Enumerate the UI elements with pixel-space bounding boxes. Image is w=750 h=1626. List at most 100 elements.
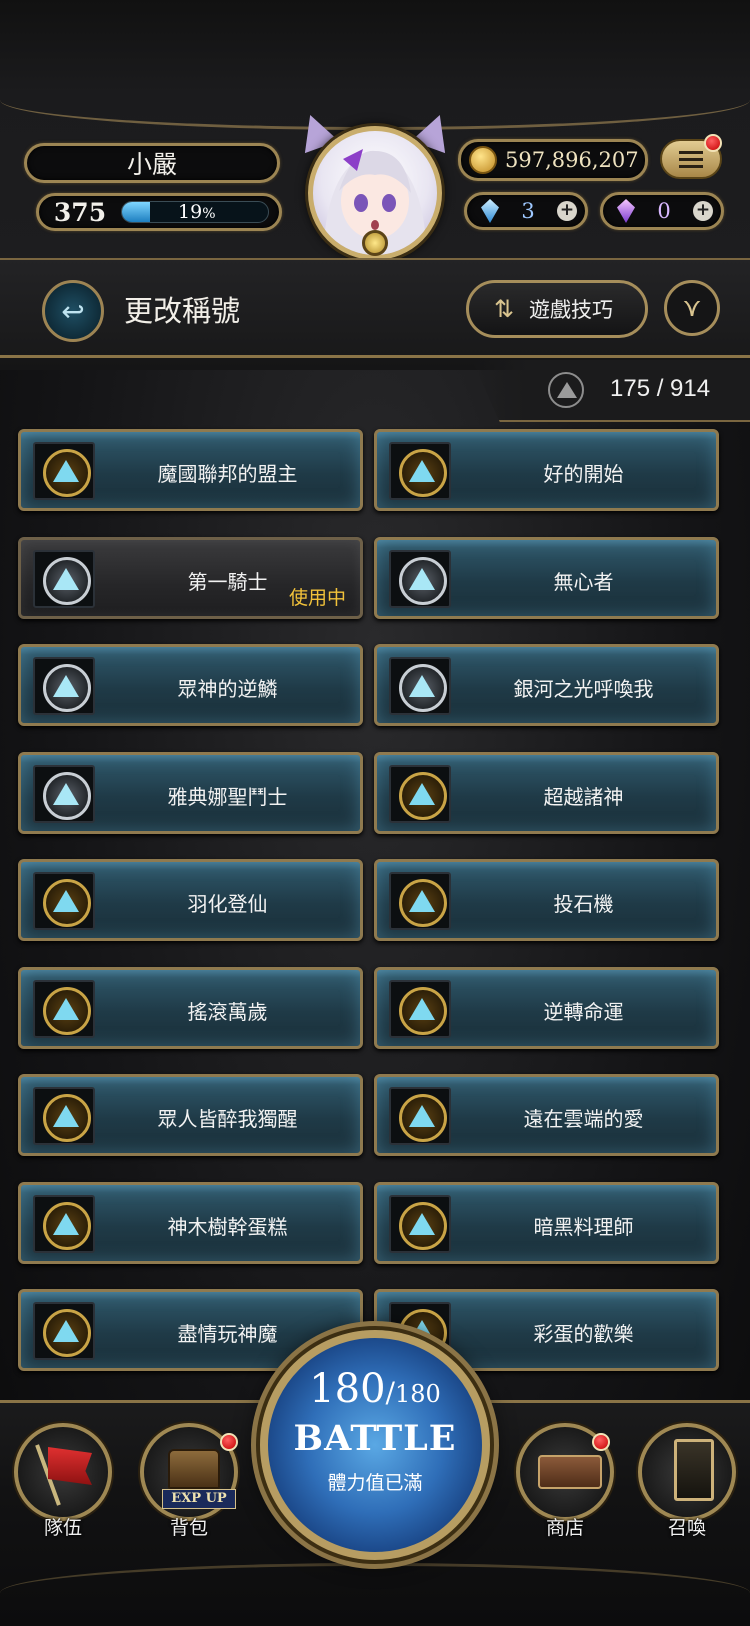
swap-arrows-icon: ⇅ — [493, 295, 515, 323]
title-badge-icon — [33, 979, 95, 1038]
tips-button[interactable]: ⇅ 遊戲技巧 — [466, 280, 648, 338]
avatar[interactable] — [293, 108, 457, 272]
title-badge-icon — [33, 442, 95, 500]
top-hud: 小嚴 375 19% 597,896,207 3 + 0 + ↩ 更改稱號 ⇅ … — [0, 0, 750, 370]
add-crystal-button[interactable]: + — [693, 201, 713, 221]
title-card-label: 神木樹幹蛋糕 — [167, 1214, 288, 1239]
title-card-label: 好的開始 — [543, 462, 624, 486]
stamina-status: 體力值已滿 — [327, 1472, 423, 1494]
add-gem-button[interactable]: + — [557, 201, 577, 221]
team-button-circle — [14, 1423, 112, 1521]
title-badge-icon — [33, 1087, 95, 1145]
summon-card-icon — [674, 1439, 714, 1501]
avatar-gem-icon — [362, 230, 388, 256]
chest-icon — [168, 1449, 220, 1489]
title-card[interactable]: 魔國聯邦的盟主 — [18, 429, 363, 511]
title-badge-icon — [389, 549, 451, 608]
xp-percent-unit: % — [202, 206, 216, 222]
crystal-value: 0 — [657, 199, 671, 223]
title-badge-icon — [33, 872, 95, 930]
stamina-current: 180 — [309, 1366, 386, 1412]
title-badge-icon — [548, 372, 584, 408]
title-card[interactable]: 暗黑料理師 — [374, 1181, 719, 1264]
xp-bar: 19% — [121, 201, 269, 223]
nav-summon-label: 召喚 — [667, 1517, 706, 1539]
nav-team[interactable]: 隊伍 — [8, 1423, 118, 1541]
title-card[interactable]: 眾神的逆鱗 — [18, 644, 363, 726]
title-badge-icon — [389, 872, 451, 930]
title-card-label: 羽化登仙 — [187, 892, 268, 916]
battle-label: BATTLE — [293, 1418, 457, 1459]
gem-value: 3 — [521, 199, 535, 223]
in-use-status: 使用中 — [288, 586, 346, 609]
title-card-label: 盡情玩神魔 — [177, 1322, 278, 1346]
player-name: 小嚴 — [126, 150, 177, 179]
title-card-label: 雅典娜聖鬥士 — [167, 784, 288, 809]
crystal-icon — [617, 199, 635, 223]
gem-counter[interactable]: 3 + — [464, 192, 588, 230]
title-card-label: 搖滾萬歲 — [187, 999, 268, 1024]
title-card[interactable]: 第一騎士 使用中 — [18, 536, 363, 619]
bottom-ornament — [0, 1563, 750, 1626]
title-card-label: 無心者 — [553, 569, 614, 594]
back-arrow-icon: ↩ — [61, 294, 85, 328]
title-count-tab: 175 / 914 — [472, 360, 750, 422]
title-badge-icon — [33, 549, 95, 608]
title-card[interactable]: 雅典娜聖鬥士 — [18, 751, 363, 834]
nav-summon[interactable]: 召喚 — [632, 1423, 742, 1541]
page-title: 更改稱號 — [124, 294, 241, 328]
title-badge-icon — [389, 657, 451, 715]
tips-label: 遊戲技巧 — [529, 298, 613, 322]
filter-icon: ⋎ — [682, 293, 702, 323]
filter-button[interactable]: ⋎ — [664, 280, 720, 336]
title-badge-icon — [33, 657, 95, 715]
level-pill: 375 19% — [36, 193, 282, 231]
title-card-label: 暗黑料理師 — [533, 1214, 634, 1239]
player-level: 375 — [53, 197, 107, 227]
title-card-label: 眾神的逆鱗 — [177, 677, 278, 701]
coin-value: 597,896,207 — [505, 148, 639, 172]
summon-button-circle — [638, 1423, 736, 1521]
title-card-label: 遠在雲端的愛 — [523, 1107, 644, 1131]
menu-notification-dot — [704, 134, 722, 152]
title-card[interactable]: 神木樹幹蛋糕 — [18, 1181, 363, 1264]
crystal-counter[interactable]: 0 + — [600, 192, 724, 230]
flag-icon — [48, 1447, 92, 1485]
magic-stone-icon — [481, 199, 499, 223]
title-card[interactable]: 搖滾萬歲 — [18, 966, 363, 1049]
title-count: 175 / 914 — [610, 375, 711, 402]
title-card[interactable]: 超越諸神 — [374, 751, 719, 834]
title-card[interactable]: 眾人皆醉我獨醒 — [18, 1074, 363, 1156]
title-badge-icon — [33, 764, 95, 823]
exp-up-tag: EXP UP — [162, 1489, 236, 1509]
player-name-pill[interactable]: 小嚴 — [24, 143, 280, 183]
nav-backpack-label: 背包 — [169, 1517, 208, 1539]
title-card[interactable]: 投石機 — [374, 859, 719, 941]
title-card[interactable]: 銀河之光呼喚我 — [374, 644, 719, 726]
title-card-label: 彩蛋的歡樂 — [533, 1322, 634, 1346]
xp-percent-value: 19 — [178, 201, 203, 223]
title-card-label: 眾人皆醉我獨醒 — [157, 1107, 298, 1131]
title-badge-icon — [33, 1302, 95, 1360]
title-card[interactable]: 羽化登仙 — [18, 859, 363, 941]
title-card-label: 魔國聯邦的盟主 — [157, 462, 298, 486]
title-card-label: 投石機 — [553, 892, 614, 916]
title-badge-icon — [389, 979, 451, 1038]
title-card-label: 超越諸神 — [543, 784, 624, 809]
coin-counter[interactable]: 597,896,207 — [458, 139, 648, 181]
nav-shop-label: 商店 — [545, 1517, 584, 1539]
page-header: ↩ 更改稱號 ⇅ 遊戲技巧 ⋎ — [0, 258, 750, 358]
title-badge-icon — [389, 442, 451, 500]
title-card[interactable]: 遠在雲端的愛 — [374, 1074, 719, 1156]
shop-sign-icon — [538, 1455, 602, 1489]
title-badge-icon — [389, 1194, 451, 1253]
nav-team-label: 隊伍 — [43, 1517, 82, 1539]
title-card[interactable]: 好的開始 — [374, 429, 719, 511]
back-button[interactable]: ↩ — [42, 280, 104, 342]
xp-percent-text: 19% — [178, 201, 216, 223]
backpack-notification-dot — [220, 1433, 238, 1451]
title-badge-icon — [33, 1194, 95, 1253]
battle-button[interactable]: 180/180 BATTLE 體力值已滿 — [260, 1330, 490, 1560]
title-card[interactable]: 逆轉命運 — [374, 966, 719, 1049]
title-card[interactable]: 無心者 — [374, 536, 719, 619]
